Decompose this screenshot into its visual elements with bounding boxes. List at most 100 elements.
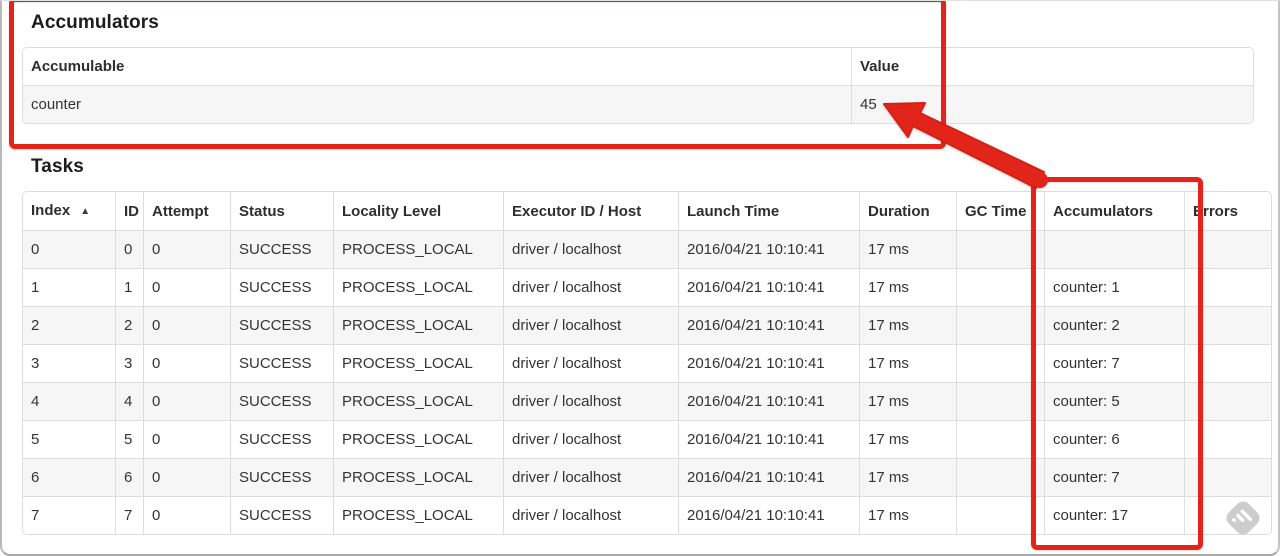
task-cell-id-3: 3 bbox=[115, 344, 143, 382]
task-col-header-accumulators[interactable]: Accumulators bbox=[1044, 192, 1184, 230]
task-cell-id-1: 1 bbox=[115, 268, 143, 306]
task-col-header-index[interactable]: Index ▲ bbox=[23, 192, 115, 230]
task-cell-duration-5: 17 ms bbox=[859, 420, 956, 458]
task-cell-id-4: 4 bbox=[115, 382, 143, 420]
task-col-header-label: Executor ID / Host bbox=[512, 202, 642, 220]
task-col-header-id[interactable]: ID bbox=[115, 192, 143, 230]
task-cell-locality-level-2: PROCESS_LOCAL bbox=[333, 306, 503, 344]
task-cell-attempt-1: 0 bbox=[143, 268, 230, 306]
task-row-3: 3 3 0 SUCCESS PROCESS_LOCAL driver / localhos… bbox=[23, 344, 1271, 382]
task-cell-locality-level-7: PROCESS_LOCAL bbox=[333, 496, 503, 534]
task-cell-status-4: SUCCESS bbox=[230, 382, 333, 420]
task-cell-status-3: SUCCESS bbox=[230, 344, 333, 382]
task-col-header-label: Index bbox=[31, 202, 71, 219]
accumulable-cell-accumulable-0: counter bbox=[23, 85, 851, 123]
task-cell-attempt-3: 0 bbox=[143, 344, 230, 382]
task-cell-launch-time-3: 2016/04/21 10:10:41 bbox=[678, 344, 859, 382]
accumulable-col-header-value: Value bbox=[851, 48, 1253, 85]
accumulable-row-0: counter 45 bbox=[23, 85, 1253, 123]
task-row-4: 4 4 0 SUCCESS PROCESS_LOCAL driver / localhos… bbox=[23, 382, 1271, 420]
task-cell-locality-level-6: PROCESS_LOCAL bbox=[333, 458, 503, 496]
task-cell-duration-1: 17 ms bbox=[859, 268, 956, 306]
task-cell-accumulators-6: counter: 7 bbox=[1044, 458, 1184, 496]
task-cell-attempt-4: 0 bbox=[143, 382, 230, 420]
task-cell-locality-level-0: PROCESS_LOCAL bbox=[333, 230, 503, 268]
accumulators-table-body: counter 45 bbox=[23, 85, 1253, 123]
task-col-header-gc-time[interactable]: GC Time bbox=[956, 192, 1044, 230]
task-cell-attempt-6: 0 bbox=[143, 458, 230, 496]
task-cell-gc-time-7 bbox=[956, 496, 1044, 534]
task-cell-status-1: SUCCESS bbox=[230, 268, 333, 306]
task-cell-attempt-7: 0 bbox=[143, 496, 230, 534]
task-cell-attempt-2: 0 bbox=[143, 306, 230, 344]
task-cell-index-4: 4 bbox=[23, 382, 115, 420]
task-col-header-duration[interactable]: Duration bbox=[859, 192, 956, 230]
task-cell-id-5: 5 bbox=[115, 420, 143, 458]
task-cell-launch-time-6: 2016/04/21 10:10:41 bbox=[678, 458, 859, 496]
task-row-2: 2 2 0 SUCCESS PROCESS_LOCAL driver / localhos… bbox=[23, 306, 1271, 344]
task-cell-index-1: 1 bbox=[23, 268, 115, 306]
task-cell-executor-id-host-2: driver / localhost bbox=[503, 306, 678, 344]
task-cell-errors-2 bbox=[1184, 306, 1271, 344]
task-cell-executor-id-host-5: driver / localhost bbox=[503, 420, 678, 458]
task-cell-executor-id-host-6: driver / localhost bbox=[503, 458, 678, 496]
task-col-header-label: Accumulators bbox=[1053, 202, 1154, 220]
task-cell-index-7: 7 bbox=[23, 496, 115, 534]
task-cell-status-6: SUCCESS bbox=[230, 458, 333, 496]
task-cell-gc-time-3 bbox=[956, 344, 1044, 382]
task-cell-locality-level-4: PROCESS_LOCAL bbox=[333, 382, 503, 420]
task-col-header-status[interactable]: Status bbox=[230, 192, 333, 230]
task-cell-index-0: 0 bbox=[23, 230, 115, 268]
task-cell-gc-time-5 bbox=[956, 420, 1044, 458]
task-cell-duration-7: 17 ms bbox=[859, 496, 956, 534]
task-cell-executor-id-host-0: driver / localhost bbox=[503, 230, 678, 268]
task-cell-gc-time-1 bbox=[956, 268, 1044, 306]
task-row-5: 5 5 0 SUCCESS PROCESS_LOCAL driver / localhos… bbox=[23, 420, 1271, 458]
task-cell-index-6: 6 bbox=[23, 458, 115, 496]
task-cell-gc-time-6 bbox=[956, 458, 1044, 496]
task-cell-gc-time-4 bbox=[956, 382, 1044, 420]
task-cell-executor-id-host-7: driver / localhost bbox=[503, 496, 678, 534]
task-cell-status-2: SUCCESS bbox=[230, 306, 333, 344]
task-cell-id-7: 7 bbox=[115, 496, 143, 534]
task-col-header-label: Attempt bbox=[152, 202, 209, 220]
task-col-header-label: Duration bbox=[868, 202, 930, 220]
task-cell-executor-id-host-4: driver / localhost bbox=[503, 382, 678, 420]
task-col-header-errors[interactable]: Errors bbox=[1184, 192, 1271, 230]
task-cell-index-5: 5 bbox=[23, 420, 115, 458]
task-cell-accumulators-2: counter: 2 bbox=[1044, 306, 1184, 344]
task-cell-index-2: 2 bbox=[23, 306, 115, 344]
task-col-header-label: Status bbox=[239, 202, 285, 220]
task-col-header-attempt[interactable]: Attempt bbox=[143, 192, 230, 230]
task-cell-accumulators-1: counter: 1 bbox=[1044, 268, 1184, 306]
task-cell-errors-4 bbox=[1184, 382, 1271, 420]
task-cell-errors-6 bbox=[1184, 458, 1271, 496]
spark-ui-page: Accumulators Accumulable Value counter 45 … bbox=[0, 0, 1280, 556]
task-cell-errors-5 bbox=[1184, 420, 1271, 458]
accumulators-table-header-row: Accumulable Value bbox=[23, 48, 1253, 85]
accumulable-cell-value-0: 45 bbox=[851, 85, 1253, 123]
task-cell-executor-id-host-1: driver / localhost bbox=[503, 268, 678, 306]
task-cell-errors-7 bbox=[1184, 496, 1271, 534]
task-col-header-launch-time[interactable]: Launch Time bbox=[678, 192, 859, 230]
task-cell-locality-level-5: PROCESS_LOCAL bbox=[333, 420, 503, 458]
task-cell-launch-time-2: 2016/04/21 10:10:41 bbox=[678, 306, 859, 344]
task-cell-accumulators-5: counter: 6 bbox=[1044, 420, 1184, 458]
task-cell-launch-time-7: 2016/04/21 10:10:41 bbox=[678, 496, 859, 534]
task-cell-gc-time-2 bbox=[956, 306, 1044, 344]
accumulable-col-header-accumulable: Accumulable bbox=[23, 48, 851, 85]
task-col-header-executor-id-host[interactable]: Executor ID / Host bbox=[503, 192, 678, 230]
task-col-header-locality-level[interactable]: Locality Level bbox=[333, 192, 503, 230]
task-cell-index-3: 3 bbox=[23, 344, 115, 382]
task-cell-locality-level-3: PROCESS_LOCAL bbox=[333, 344, 503, 382]
task-col-header-label: Launch Time bbox=[687, 202, 780, 220]
accumulable-col-header-label: Value bbox=[860, 58, 900, 75]
accumulable-col-header-label: Accumulable bbox=[31, 58, 125, 75]
task-cell-accumulators-4: counter: 5 bbox=[1044, 382, 1184, 420]
task-cell-attempt-5: 0 bbox=[143, 420, 230, 458]
task-cell-launch-time-4: 2016/04/21 10:10:41 bbox=[678, 382, 859, 420]
task-cell-status-5: SUCCESS bbox=[230, 420, 333, 458]
task-cell-id-6: 6 bbox=[115, 458, 143, 496]
task-row-6: 6 6 0 SUCCESS PROCESS_LOCAL driver / localhos… bbox=[23, 458, 1271, 496]
task-row-7: 7 7 0 SUCCESS PROCESS_LOCAL driver / localhos… bbox=[23, 496, 1271, 534]
